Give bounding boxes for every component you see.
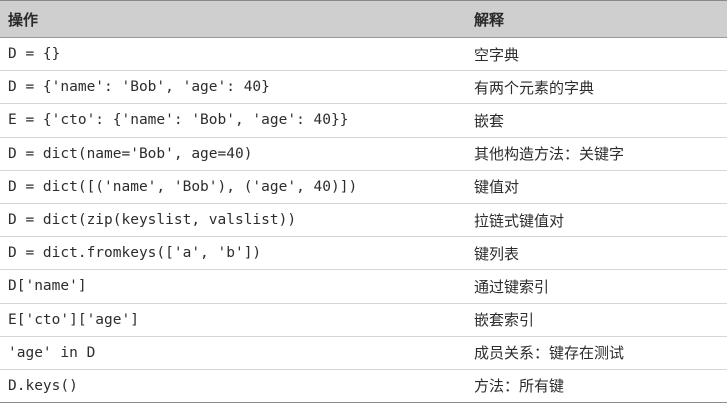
explanation-cell: 嵌套 bbox=[474, 111, 505, 130]
header-operation: 操作 bbox=[8, 10, 39, 29]
table-row: D = {} 空字典 bbox=[0, 38, 727, 72]
explanation-cell: 成员关系：键存在测试 bbox=[474, 344, 625, 363]
operation-cell: D = dict(name='Bob', age=40) bbox=[8, 145, 253, 162]
explanation-cell: 方法：所有键 bbox=[474, 377, 565, 396]
operation-cell: D = {'name': 'Bob', 'age': 40} bbox=[8, 79, 270, 96]
operation-cell: E['cto']['age'] bbox=[8, 311, 139, 328]
operation-cell: 'age' in D bbox=[8, 344, 96, 361]
table-row: D = dict(zip(keyslist, valslist)) 拉链式键值对 bbox=[0, 204, 727, 238]
explanation-cell: 嵌套索引 bbox=[474, 311, 535, 330]
table-row: D = {'name': 'Bob', 'age': 40} 有两个元素的字典 bbox=[0, 71, 727, 105]
table-row: E['cto']['age'] 嵌套索引 bbox=[0, 304, 727, 337]
table-row: 'age' in D 成员关系：键存在测试 bbox=[0, 337, 727, 370]
operation-cell: E = {'cto': {'name': 'Bob', 'age': 40}} bbox=[8, 112, 349, 129]
explanation-cell: 空字典 bbox=[474, 45, 520, 64]
table-header: 操作 解释 bbox=[0, 0, 727, 38]
operation-cell: D = dict(zip(keyslist, valslist)) bbox=[8, 212, 297, 229]
operation-cell: D.keys() bbox=[8, 377, 78, 394]
table-row: D['name'] 通过键索引 bbox=[0, 270, 727, 304]
table-row: D = dict(name='Bob', age=40) 其他构造方法：关键字 bbox=[0, 138, 727, 171]
table-row: E = {'cto': {'name': 'Bob', 'age': 40}} … bbox=[0, 104, 727, 138]
explanation-cell: 拉链式键值对 bbox=[474, 211, 565, 230]
operation-cell: D = {} bbox=[8, 46, 61, 63]
table-row: D = dict([('name', 'Bob'), ('age', 40)])… bbox=[0, 171, 727, 204]
header-explanation: 解释 bbox=[474, 10, 505, 29]
table-row: D = dict.fromkeys(['a', 'b']) 键列表 bbox=[0, 237, 727, 271]
explanation-cell: 其他构造方法：关键字 bbox=[474, 145, 625, 164]
operation-cell: D['name'] bbox=[8, 278, 87, 295]
table-row: D.keys() 方法：所有键 bbox=[0, 370, 727, 404]
explanation-cell: 通过键索引 bbox=[474, 277, 550, 296]
explanation-cell: 键值对 bbox=[474, 178, 520, 197]
operation-cell: D = dict.fromkeys(['a', 'b']) bbox=[8, 245, 262, 262]
dictionary-operations-table: 操作 解释 D = {} 空字典 D = {'name': 'Bob', 'ag… bbox=[0, 0, 727, 404]
explanation-cell: 键列表 bbox=[474, 244, 520, 263]
explanation-cell: 有两个元素的字典 bbox=[474, 78, 595, 97]
operation-cell: D = dict([('name', 'Bob'), ('age', 40)]) bbox=[8, 178, 358, 195]
